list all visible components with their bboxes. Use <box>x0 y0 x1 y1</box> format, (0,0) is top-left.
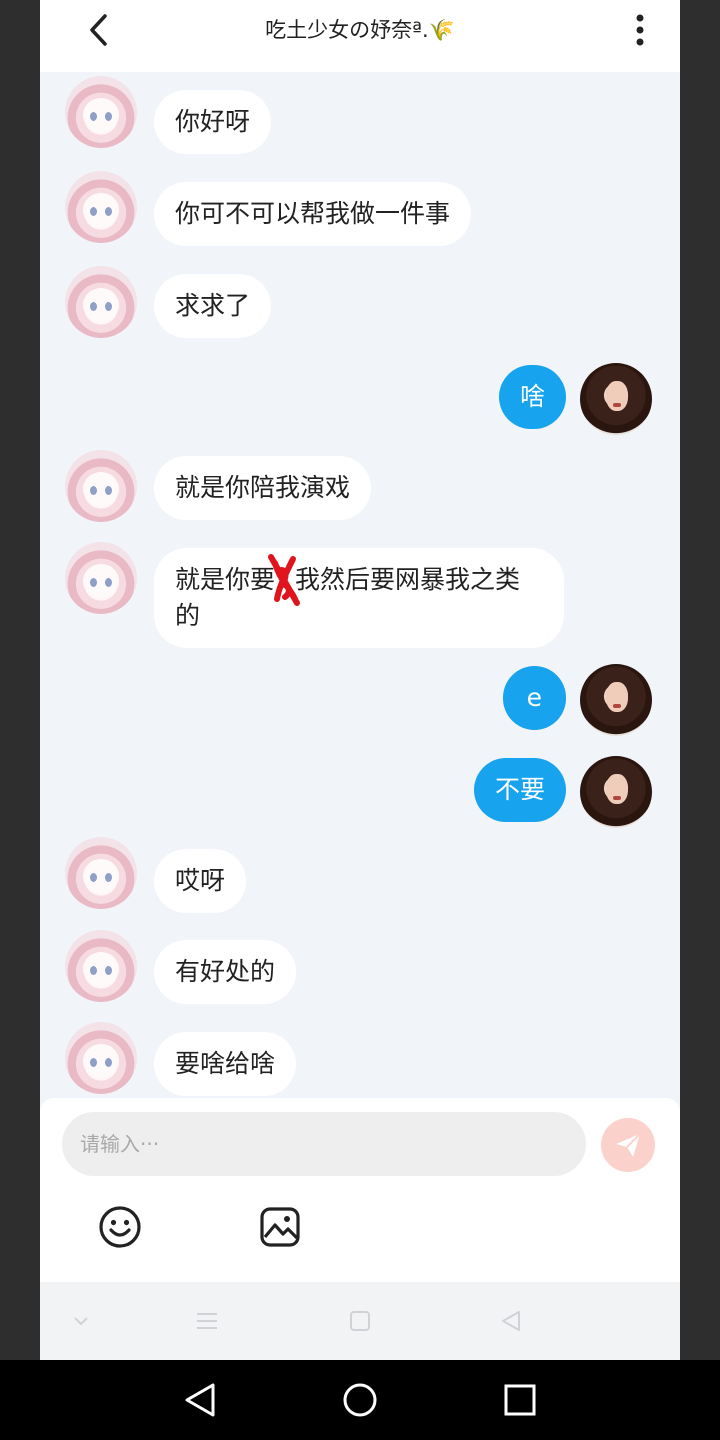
chevron-left-icon <box>90 14 107 46</box>
system-navigation-bar <box>0 1360 720 1440</box>
smiley-icon <box>99 1206 141 1248</box>
contact-avatar[interactable] <box>65 837 137 909</box>
square-icon <box>504 1384 536 1416</box>
message-bubble-received: 要啥给啥 <box>154 1032 297 1096</box>
chevron-down-icon <box>74 1317 88 1326</box>
contact-avatar[interactable] <box>65 171 137 243</box>
message-bubble-received: 就是你陪我演戏 <box>154 456 372 520</box>
message-bubble-received: 就是你要 我然后要网暴我之类的 <box>154 548 564 648</box>
contact-avatar[interactable] <box>65 542 137 614</box>
message-bubble-received: 哎呀 <box>154 849 247 913</box>
circle-icon <box>343 1383 377 1417</box>
message-input[interactable] <box>62 1112 586 1176</box>
emoji-button[interactable] <box>97 1204 143 1250</box>
contact-avatar[interactable] <box>65 76 137 148</box>
message-bubble-sent: e <box>502 666 566 730</box>
composer <box>40 1098 680 1282</box>
my-avatar[interactable] <box>580 363 652 435</box>
triangle-left-icon <box>502 1311 520 1331</box>
redaction-scribble <box>268 554 301 606</box>
contact-avatar[interactable] <box>65 266 137 338</box>
back-button[interactable] <box>80 10 116 50</box>
message-bubble-sent: 啥 <box>498 365 566 429</box>
phone-screen: 吃土少女の妤奈ª.🌾 你好呀 你可不可以帮我做一件事 求求了 啥 就是你陪我演戏… <box>40 0 680 1360</box>
home-button[interactable] <box>345 1306 375 1336</box>
image-button[interactable] <box>257 1204 303 1250</box>
message-bubble-received: 有好处的 <box>154 940 297 1004</box>
message-bubble-sent: 不要 <box>473 758 566 822</box>
message-bubble-received: 你可不可以帮我做一件事 <box>154 182 472 246</box>
contact-avatar[interactable] <box>65 450 137 522</box>
send-button[interactable] <box>601 1118 655 1172</box>
more-options-button[interactable] <box>622 10 658 50</box>
square-icon <box>350 1311 370 1331</box>
message-text-part: 就是你要 <box>175 565 276 594</box>
system-home-button[interactable] <box>340 1380 380 1420</box>
chat-title: 吃土少女の妤奈ª.🌾 <box>265 18 455 42</box>
my-avatar[interactable] <box>580 664 652 736</box>
contact-avatar[interactable] <box>65 930 137 1002</box>
app-navigation-bar <box>40 1282 680 1360</box>
back-nav-button[interactable] <box>496 1306 526 1336</box>
message-list[interactable]: 你好呀 你可不可以帮我做一件事 求求了 啥 就是你陪我演戏 就是你要 我然后要网暴… <box>40 72 680 1098</box>
collapse-button[interactable] <box>66 1306 96 1336</box>
menu-button[interactable] <box>192 1306 222 1336</box>
chat-header: 吃土少女の妤奈ª.🌾 <box>40 0 680 72</box>
message-bubble-received: 求求了 <box>154 274 272 338</box>
more-vertical-icon <box>636 14 644 46</box>
paper-plane-icon <box>616 1133 641 1157</box>
system-recents-button[interactable] <box>500 1380 540 1420</box>
system-back-button[interactable] <box>180 1380 220 1420</box>
contact-avatar[interactable] <box>65 1022 137 1094</box>
triangle-left-icon <box>185 1383 215 1417</box>
my-avatar[interactable] <box>580 756 652 828</box>
image-icon <box>260 1207 300 1247</box>
menu-icon <box>197 1313 217 1329</box>
message-bubble-received: 你好呀 <box>154 90 272 154</box>
